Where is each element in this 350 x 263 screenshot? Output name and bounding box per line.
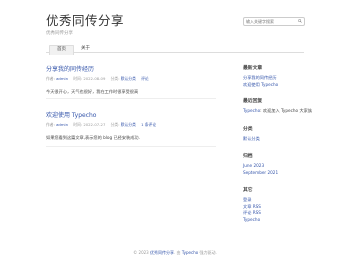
post-item: 欢迎使用 Typecho 作者: admin 时间: 2022-07-27 分类… bbox=[46, 110, 216, 141]
widget-title: 其它 bbox=[243, 188, 253, 193]
footer-text: 强力驱动. bbox=[199, 250, 217, 255]
login-link[interactable]: 登录 bbox=[243, 197, 251, 202]
archive-link[interactable]: June 2023 bbox=[243, 163, 264, 168]
post-divider bbox=[46, 98, 216, 99]
comment-author-link[interactable]: Typecho bbox=[243, 108, 260, 113]
posts-rss-link[interactable]: 文章 RSS bbox=[243, 204, 261, 209]
post-item: 分享我的同传经历 作者: admin 时间: 2022-08-09 分类: 默认… bbox=[46, 64, 216, 95]
category-link[interactable]: 默认分类 bbox=[243, 136, 260, 141]
author-link[interactable]: admin bbox=[56, 76, 68, 81]
post-divider bbox=[46, 146, 216, 147]
footer-text: . 由 bbox=[173, 250, 181, 255]
post-excerpt: 如果您看到这篇文章,表示您的 blog 已经安装成功. bbox=[46, 135, 140, 140]
nav-item-home[interactable]: 首页 bbox=[49, 45, 74, 55]
widget-title: 分类 bbox=[243, 127, 253, 132]
time-label: 时间: bbox=[73, 122, 83, 127]
site-description: 优秀同传分享 bbox=[46, 31, 73, 36]
nav-item-about[interactable]: 关于 bbox=[74, 45, 97, 54]
search-icon[interactable] bbox=[298, 19, 302, 23]
typecho-link[interactable]: Typecho bbox=[243, 217, 260, 222]
comments-link[interactable]: 1 条评论 bbox=[141, 122, 156, 127]
comments-rss-link[interactable]: 评论 RSS bbox=[243, 210, 261, 215]
widget-title: 最近回复 bbox=[243, 99, 263, 104]
widget-recent-posts: 最新文章 分享我的同传经历 欢迎使用 Typecho bbox=[243, 64, 313, 88]
footer-site-link[interactable]: 优秀同传分享 bbox=[150, 250, 174, 255]
post-title[interactable]: 分享我的同传经历 bbox=[46, 64, 216, 73]
recent-post-link[interactable]: 分享我的同传经历 bbox=[243, 75, 277, 80]
archive-link[interactable]: September 2021 bbox=[243, 170, 278, 175]
comment-text: 欢迎加入 Typecho 大家族 bbox=[262, 108, 313, 113]
widget-title: 最新文章 bbox=[243, 66, 263, 71]
author-label: 作者: bbox=[46, 122, 55, 127]
widget-categories: 分类 默认分类 bbox=[243, 125, 313, 143]
search-input[interactable] bbox=[246, 18, 294, 25]
footer: © 2023 优秀同传分享. 由 Typecho 强力驱动. bbox=[0, 250, 350, 256]
author-label: 作者: bbox=[46, 76, 55, 81]
footer-typecho-link[interactable]: Typecho bbox=[182, 250, 198, 255]
page: 优秀同传分享 优秀同传分享 首页 关于 分享我的同传经历 作者: admin 时… bbox=[0, 0, 350, 263]
site-title[interactable]: 优秀同传分享 bbox=[46, 10, 124, 29]
search-box[interactable] bbox=[243, 17, 305, 26]
category-label: 分类: bbox=[110, 76, 120, 81]
recent-post-link[interactable]: 欢迎使用 Typecho bbox=[243, 82, 278, 87]
widget-title: 归档 bbox=[243, 154, 253, 159]
category-link[interactable]: 默认分类 bbox=[121, 122, 136, 127]
post-meta: 作者: admin 时间: 2022-08-09 分类: 默认分类 评论 bbox=[46, 76, 216, 82]
author-link[interactable]: admin bbox=[56, 122, 68, 127]
post-title[interactable]: 欢迎使用 Typecho bbox=[46, 110, 216, 119]
category-label: 分类: bbox=[110, 122, 120, 127]
post-date: 2022-08-09 bbox=[83, 76, 106, 81]
footer-copyright: © 2023 bbox=[133, 250, 149, 255]
main-nav: 首页 关于 bbox=[46, 45, 97, 55]
post-excerpt: 今天很开心，天气也很好，我在工作时很享受很高 bbox=[46, 89, 139, 94]
category-link[interactable]: 默认分类 bbox=[121, 76, 136, 81]
time-label: 时间: bbox=[73, 76, 83, 81]
widget-recent-comments: 最近回复 Typecho: 欢迎加入 Typecho 大家族 bbox=[243, 99, 313, 113]
widget-archives: 归档 June 2023 September 2021 bbox=[243, 152, 313, 176]
post-date: 2022-07-27 bbox=[83, 122, 106, 127]
widget-others: 其它 登录 文章 RSS 评论 RSS Typecho bbox=[243, 186, 313, 223]
post-meta: 作者: admin 时间: 2022-07-27 分类: 默认分类 1 条评论 bbox=[46, 122, 216, 128]
comments-link[interactable]: 评论 bbox=[141, 76, 149, 81]
